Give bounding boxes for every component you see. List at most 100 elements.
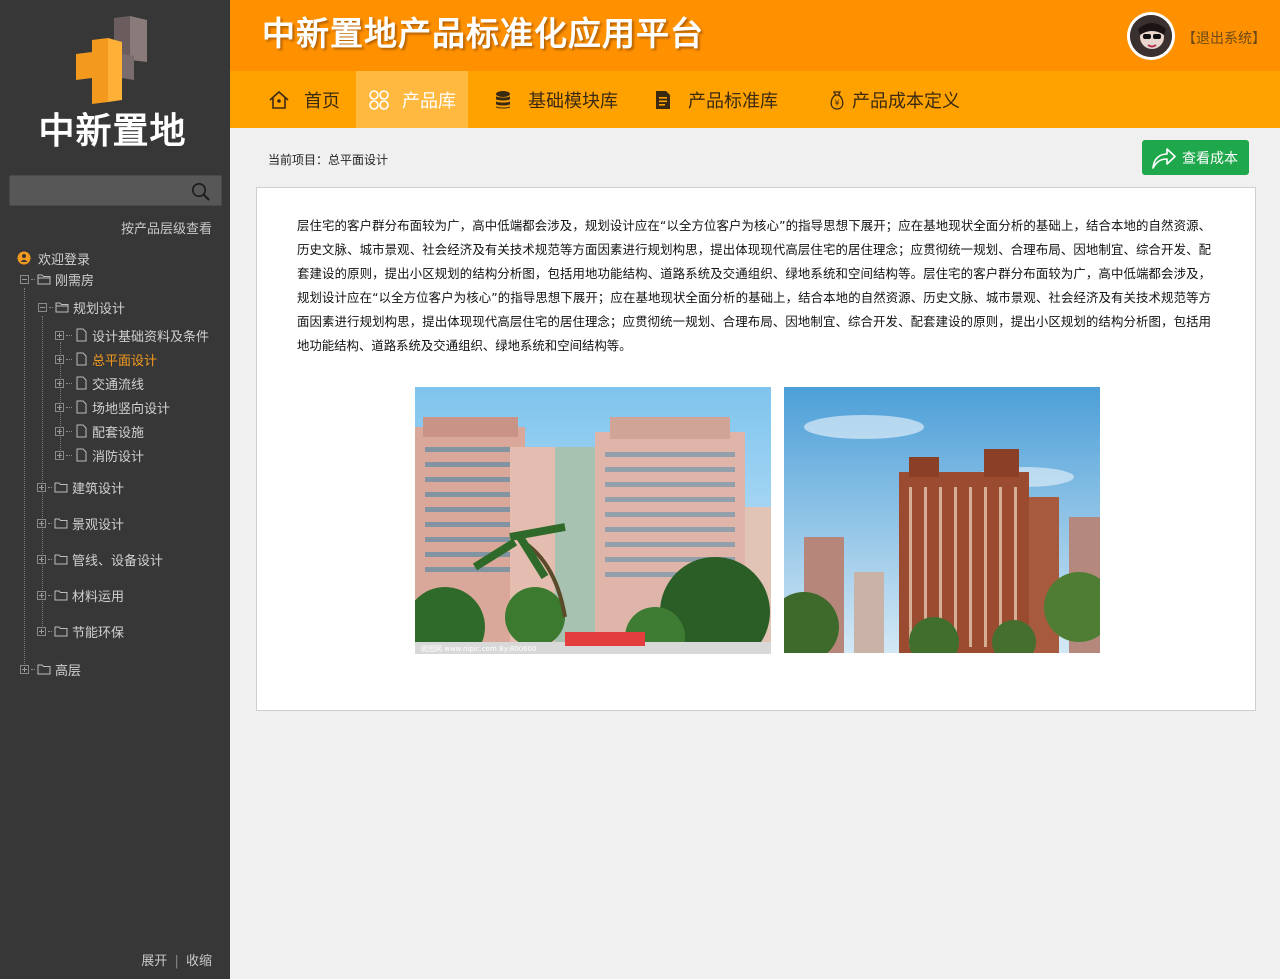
- tree-item-welcome[interactable]: 欢迎登录: [17, 248, 90, 268]
- home-icon: [268, 89, 290, 111]
- tree-item-planning-design[interactable]: 规划设计: [38, 297, 125, 317]
- file-icon: [74, 352, 88, 366]
- tree-label: 节能环保: [72, 625, 125, 641]
- content-panel: 层住宅的客户群分布面较为广，高中低端都会涉及，规划设计应在“以全方位客户为核心”…: [256, 187, 1256, 711]
- collapse-toggle-icon[interactable]: [20, 274, 29, 284]
- nav-standard-library[interactable]: 产品标准库: [652, 71, 792, 128]
- folder-open-icon: [37, 272, 51, 286]
- nav-label: 首页: [304, 90, 340, 112]
- tree-label: 交通流线: [92, 377, 145, 393]
- folder-icon: [54, 588, 68, 602]
- svg-text:¥: ¥: [834, 98, 839, 107]
- tree-guide-line: [42, 316, 43, 628]
- tree-label: 景观设计: [72, 517, 125, 533]
- user-avatar[interactable]: [1127, 12, 1175, 60]
- folder-icon: [54, 516, 68, 530]
- expand-toggle-icon[interactable]: [37, 482, 46, 492]
- folder-icon: [54, 624, 68, 638]
- file-icon: [74, 376, 88, 390]
- tree-label: 规划设计: [73, 301, 126, 317]
- tree-item-traffic-flow[interactable]: 交通流线: [55, 373, 144, 393]
- nav-label: 产品标准库: [688, 90, 778, 112]
- expand-toggle-icon[interactable]: [55, 426, 64, 436]
- tree-item-master-plan[interactable]: 总平面设计: [55, 349, 157, 369]
- tree-label: 消防设计: [92, 449, 145, 465]
- expand-toggle-icon[interactable]: [55, 450, 64, 460]
- nav-label: 产品库: [402, 90, 456, 112]
- file-icon: [74, 328, 88, 342]
- main-nav: 首页 产品库 基础模块库 产品标准库 ¥ 产品成本定义: [230, 71, 1280, 128]
- tree-guide-line: [24, 288, 25, 668]
- description-text: 层住宅的客户群分布面较为广，高中低端都会涉及，规划设计应在“以全方位客户为核心”…: [297, 218, 1211, 353]
- expand-toggle-icon[interactable]: [20, 664, 29, 674]
- photo-watermark: 昵图网 www.nipic.com By:800600: [421, 645, 537, 653]
- top-header: 中新置地产品标准化应用平台 【退出系统】: [230, 0, 1280, 71]
- nav-home[interactable]: 首页: [268, 71, 368, 128]
- expand-toggle-icon[interactable]: [55, 354, 64, 364]
- expand-toggle-icon[interactable]: [37, 554, 46, 564]
- folder-icon: [54, 552, 68, 566]
- tree-item-fire-design[interactable]: 消防设计: [55, 445, 144, 465]
- tree-label: 管线、设备设计: [72, 553, 164, 569]
- building-photo-1: 昵图网 www.nipic.com By:800600: [415, 387, 771, 654]
- folder-icon: [54, 480, 68, 494]
- expand-toggle-icon[interactable]: [37, 626, 46, 636]
- search-input[interactable]: [16, 180, 186, 202]
- sidebar: 中新置地 按产品层级查看 欢迎登录 刚需房 规划设计 设计基础资料及条件 总平面…: [0, 0, 230, 979]
- document-icon: [652, 89, 674, 111]
- expand-all-link[interactable]: 展开: [141, 954, 167, 969]
- tree-item-landscape[interactable]: 景观设计: [37, 513, 124, 533]
- tree-label: 场地竖向设计: [92, 401, 171, 417]
- nav-label: 产品成本定义: [852, 90, 960, 112]
- tree-label: 欢迎登录: [38, 252, 91, 268]
- tree-label: 高层: [55, 663, 82, 679]
- tree-item-materials[interactable]: 材料运用: [37, 585, 124, 605]
- company-logo: 中新置地: [30, 16, 195, 156]
- logout-link[interactable]: 【退出系统】: [1182, 28, 1266, 48]
- tree-label: 总平面设计: [92, 353, 158, 369]
- expand-toggle-icon[interactable]: [55, 378, 64, 388]
- tree-label: 建筑设计: [72, 481, 125, 497]
- tree-item-design-basis[interactable]: 设计基础资料及条件: [55, 325, 209, 345]
- money-bag-icon: ¥: [826, 89, 848, 111]
- tree-item-high-rise[interactable]: 高层: [20, 659, 81, 679]
- nav-product-library[interactable]: 产品库: [356, 71, 468, 128]
- tree-item-architecture[interactable]: 建筑设计: [37, 477, 124, 497]
- tree-item-energy-saving[interactable]: 节能环保: [37, 621, 124, 641]
- hierarchy-view-link[interactable]: 按产品层级查看: [121, 218, 212, 237]
- file-icon: [74, 448, 88, 462]
- view-cost-button[interactable]: 查看成本: [1142, 140, 1249, 175]
- search-box: [9, 175, 222, 206]
- nav-module-library[interactable]: 基础模块库: [492, 71, 632, 128]
- search-icon[interactable]: [191, 182, 211, 202]
- tree-label: 刚需房: [55, 273, 95, 289]
- tree-label: 材料运用: [72, 589, 125, 605]
- folder-open-icon: [55, 300, 69, 314]
- tree-item-facilities[interactable]: 配套设施: [55, 421, 144, 441]
- collapse-all-link[interactable]: 收缩: [186, 954, 212, 969]
- expand-toggle-icon[interactable]: [37, 590, 46, 600]
- folder-icon: [37, 662, 51, 676]
- building-photo-2: [784, 387, 1100, 653]
- tree-expand-collapse: 展开 | 收缩: [141, 950, 212, 969]
- tree-label: 配套设施: [92, 425, 145, 441]
- grid-icon: [368, 89, 390, 111]
- expand-toggle-icon[interactable]: [55, 330, 64, 340]
- nav-label: 基础模块库: [528, 90, 618, 112]
- logo-text: 中新置地: [38, 111, 187, 152]
- file-icon: [74, 424, 88, 438]
- breadcrumb: 当前项目：总平面设计: [268, 153, 389, 167]
- file-icon: [74, 400, 88, 414]
- view-cost-label: 查看成本: [1182, 150, 1238, 167]
- collapse-toggle-icon[interactable]: [38, 302, 47, 312]
- user-status-icon: [17, 251, 31, 265]
- nav-cost-definition[interactable]: ¥ 产品成本定义: [826, 71, 976, 128]
- expand-toggle-icon[interactable]: [55, 402, 64, 412]
- tree-item-vertical-design[interactable]: 场地竖向设计: [55, 397, 170, 417]
- database-icon: [492, 89, 514, 111]
- tree-item-pipeline[interactable]: 管线、设备设计: [37, 549, 163, 569]
- separator: |: [174, 954, 179, 969]
- share-arrow-icon: [1152, 147, 1176, 169]
- tree-item-affordable-housing[interactable]: 刚需房: [20, 269, 94, 289]
- expand-toggle-icon[interactable]: [37, 518, 46, 528]
